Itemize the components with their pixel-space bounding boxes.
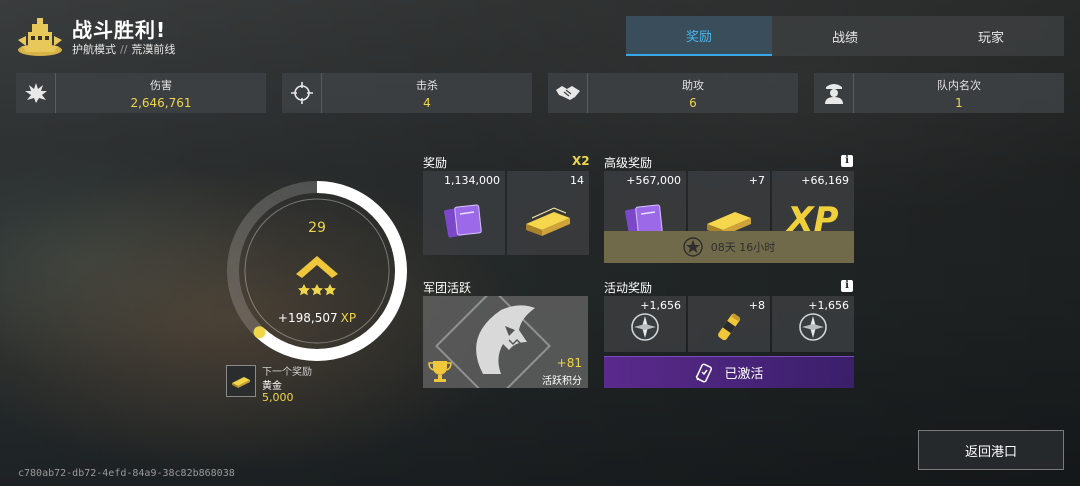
handshake-icon bbox=[548, 73, 588, 113]
purple-card-icon bbox=[423, 189, 505, 251]
legion-activity-points: +81 bbox=[556, 356, 582, 370]
booster-canister-icon bbox=[688, 306, 770, 348]
event-rewards-title: 活动奖励 bbox=[604, 281, 653, 295]
xp-unit: XP bbox=[340, 311, 357, 325]
next-reward-value: 5,000 bbox=[262, 391, 294, 404]
rank-chevron-icon bbox=[296, 256, 338, 296]
reward-qty: +66,169 bbox=[801, 174, 849, 187]
event-activated-bar: 已激活 bbox=[604, 356, 854, 388]
stat-damage: 伤害 2,646,761 bbox=[16, 73, 266, 113]
progress-ring-marker bbox=[253, 326, 266, 339]
premium-rewards-title: 高级奖励 bbox=[604, 156, 653, 170]
stat-assists: 助攻 6 bbox=[548, 73, 798, 113]
return-to-port-button[interactable]: 返回港口 bbox=[918, 430, 1064, 470]
stat-kills: 击杀 4 bbox=[282, 73, 532, 113]
premium-timer-bar: 08天 16小时 bbox=[604, 231, 854, 263]
reward-card-gold[interactable]: 14 bbox=[507, 171, 589, 255]
stat-value: 6 bbox=[689, 95, 697, 110]
session-id: c780ab72-db72-4efd-84a9-38c82b868038 bbox=[18, 468, 235, 479]
subtitle-separator: // bbox=[120, 43, 128, 56]
gold-bar-icon bbox=[507, 189, 589, 251]
stat-label: 伤害 bbox=[150, 78, 172, 92]
reward-card-credits[interactable]: 1,134,000 bbox=[423, 171, 505, 255]
level-progress-ring: 29 +198,507 XP bbox=[226, 180, 408, 362]
next-reward-name: 黄金 bbox=[262, 381, 282, 392]
stat-value: 1 bbox=[955, 95, 963, 110]
event-card-booster[interactable]: +8 bbox=[688, 296, 770, 352]
stat-label: 队内名次 bbox=[937, 78, 981, 92]
xp-value: +198,507 bbox=[277, 311, 338, 325]
reward-qty: 14 bbox=[570, 174, 584, 187]
star-badge-icon bbox=[683, 237, 703, 257]
stat-team-rank: 队内名次 1 bbox=[814, 73, 1064, 113]
legion-activity-title: 军团活跃 bbox=[423, 281, 472, 295]
stat-value: 4 bbox=[423, 95, 431, 110]
compass-token-icon bbox=[772, 306, 854, 348]
player-level: 29 bbox=[308, 220, 326, 236]
compass-token-icon bbox=[604, 306, 686, 348]
info-icon[interactable]: i bbox=[841, 280, 853, 292]
premium-timer-text: 08天 16小时 bbox=[710, 241, 776, 254]
next-reward-label: 下一个奖励 bbox=[262, 367, 312, 378]
rewards-title: 奖励 bbox=[423, 156, 448, 170]
stat-label: 击杀 bbox=[416, 78, 438, 92]
tab-players[interactable]: 玩家 bbox=[918, 16, 1064, 56]
reward-qty: +567,000 bbox=[626, 174, 681, 187]
battle-subtitle: 护航模式 //荒漠前线 bbox=[72, 41, 175, 57]
activation-ticket-icon bbox=[696, 363, 713, 382]
xp-gained: +198,507 XP bbox=[226, 311, 408, 325]
rewards-multiplier: X2 bbox=[572, 154, 590, 168]
page-title: 战斗胜利! bbox=[72, 18, 167, 42]
event-card-token-1[interactable]: +1,656 bbox=[604, 296, 686, 352]
legion-activity-card[interactable]: +81 活跃积分 bbox=[423, 296, 588, 388]
result-tabs: 奖励 战绩 玩家 bbox=[626, 16, 1064, 56]
captain-icon bbox=[814, 73, 854, 113]
game-mode: 护航模式 bbox=[72, 43, 116, 56]
tab-battle-record[interactable]: 战绩 bbox=[772, 16, 918, 56]
info-icon[interactable]: i bbox=[841, 155, 853, 167]
reward-qty: +7 bbox=[748, 174, 765, 187]
legion-activity-label: 活跃积分 bbox=[542, 376, 582, 387]
stat-label: 助攻 bbox=[682, 78, 704, 92]
crosshair-icon bbox=[282, 73, 322, 113]
explosion-icon bbox=[16, 73, 56, 113]
event-activated-text: 已激活 bbox=[724, 367, 764, 382]
next-reward-gold-icon bbox=[226, 365, 256, 397]
reward-qty: 1,134,000 bbox=[444, 174, 500, 187]
tab-rewards[interactable]: 奖励 bbox=[626, 16, 772, 56]
event-card-token-2[interactable]: +1,656 bbox=[772, 296, 854, 352]
map-name: 荒漠前线 bbox=[131, 43, 176, 56]
stat-value: 2,646,761 bbox=[130, 95, 192, 110]
trophy-icon bbox=[428, 361, 452, 382]
victory-emblem-icon bbox=[18, 18, 62, 56]
